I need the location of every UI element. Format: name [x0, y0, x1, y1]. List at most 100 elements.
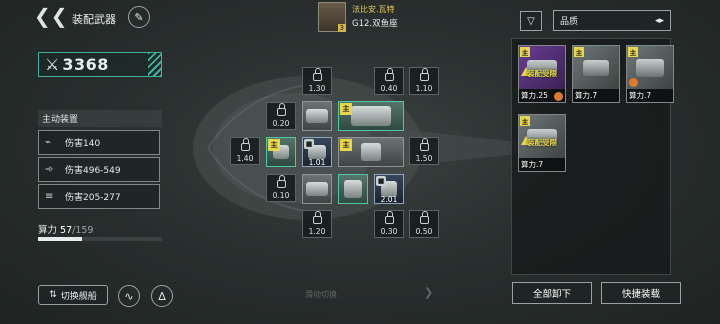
locked-slot[interactable]: 0.10	[266, 174, 296, 202]
power-value: 3368	[62, 55, 109, 74]
slot-value: 1.30	[308, 84, 326, 93]
slot-value: 1.10	[415, 84, 433, 93]
sort-toggle-icon: ◂▸	[654, 15, 664, 26]
lock-icon	[276, 103, 286, 116]
pilot-name: 法比安.瓦特	[352, 5, 395, 14]
slot-value: 0.30	[380, 227, 398, 236]
lock-badge-icon: ■	[304, 139, 314, 149]
slot-value: 1.40	[236, 154, 254, 163]
inventory-card[interactable]: 主 装配受限 算力.7	[518, 114, 566, 172]
edit-icon[interactable]: ✎	[128, 6, 150, 28]
inventory-card[interactable]: 主 算力.7	[626, 45, 674, 103]
sort-label: 品质	[560, 17, 579, 27]
power-display: ⚔ 3368	[38, 52, 162, 77]
locked-slot[interactable]: 0.20	[266, 102, 296, 130]
filter-icon: ▽	[527, 15, 535, 27]
chevron-right-icon[interactable]: ❯	[424, 286, 433, 299]
inventory-card[interactable]: 主 装配受限 算力.25	[518, 45, 566, 103]
page-title: 装配武器	[72, 13, 116, 26]
lock-badge-icon: ■	[376, 176, 386, 186]
unequip-all-button[interactable]: 全部卸下	[512, 282, 592, 304]
equipment-slot[interactable]	[302, 101, 332, 131]
equipment-slot[interactable]: 主	[338, 101, 404, 131]
fleet-icon[interactable]: ∆	[151, 285, 173, 307]
weapon-damage: 伤害496-549	[65, 166, 121, 176]
weapon-icon	[636, 58, 664, 77]
locked-slot[interactable]: 1.30	[302, 67, 332, 95]
equipment-slot[interactable]	[302, 174, 332, 204]
switch-icon: ⇅	[49, 290, 57, 300]
lock-icon	[276, 175, 286, 188]
fire-element-icon	[554, 92, 563, 101]
heavy-cannon-icon	[351, 106, 391, 126]
card-power: 算力.25	[521, 91, 548, 100]
locked-slot[interactable]: 0.50	[409, 210, 439, 238]
lock-icon	[419, 68, 429, 81]
equipment-slot[interactable]: 主	[266, 137, 296, 167]
lock-icon	[312, 211, 322, 224]
main-tag: 主	[574, 47, 584, 57]
weapon-damage: 伤害205-277	[65, 193, 121, 203]
locked-slot[interactable]: 0.30	[374, 210, 404, 238]
switch-ship-label: 切换舰船	[60, 291, 97, 302]
main-tag: 主	[520, 116, 530, 126]
weapon-row[interactable]: ⌁ 伤害140	[38, 130, 160, 155]
card-power: 算力.7	[629, 91, 652, 100]
sort-dropdown[interactable]: 品质 ◂▸	[553, 10, 671, 31]
multi-missile-icon: ≡	[45, 190, 54, 202]
weapon-row[interactable]: ➾ 伤害496-549	[38, 157, 160, 182]
locked-slot[interactable]: 1.10	[409, 67, 439, 95]
slot-value: 1.20	[308, 227, 326, 236]
lock-icon	[384, 68, 394, 81]
equipment-slot[interactable]: ■ 1.01	[302, 137, 332, 167]
equipment-slot[interactable]: 主	[338, 137, 404, 167]
restricted-warning: 装配受限	[527, 138, 557, 147]
main-tag: 主	[628, 47, 638, 57]
main-tag: 主	[340, 139, 352, 151]
active-device-title: 主动装置	[38, 110, 162, 127]
capacity-max: 159	[75, 225, 94, 236]
equipment-slot[interactable]	[338, 174, 368, 204]
inventory-card[interactable]: 主 算力.7	[572, 45, 620, 103]
slot-value: 0.10	[272, 191, 290, 200]
wave-icon[interactable]: ∿	[118, 285, 140, 307]
restricted-warning: 装配受限	[527, 69, 557, 78]
capacity-label: 算力 57/159	[38, 222, 93, 236]
lock-icon	[384, 211, 394, 224]
lock-icon	[419, 211, 429, 224]
locked-slot[interactable]: 1.40	[230, 137, 260, 165]
slot-value: 1.50	[415, 154, 433, 163]
switch-ship-button[interactable]: ⇅ 切换舰船	[38, 285, 108, 305]
lock-icon	[240, 138, 250, 151]
missile-icon: ➾	[45, 163, 54, 175]
locked-slot[interactable]: 1.50	[409, 137, 439, 165]
cannon-icon	[306, 109, 328, 123]
gun-icon: ⌁	[45, 136, 52, 148]
main-tag: 主	[268, 139, 280, 151]
capacity-fill	[38, 237, 83, 241]
filter-button[interactable]: ▽	[520, 11, 542, 31]
locked-slot[interactable]: 0.40	[374, 67, 404, 95]
main-tag: 主	[520, 47, 530, 57]
pilot-level: 3	[337, 24, 346, 32]
turret-icon	[361, 143, 381, 161]
locked-slot[interactable]: 1.20	[302, 210, 332, 238]
main-tag: 主	[340, 103, 352, 115]
capacity-bar	[38, 237, 162, 241]
pilot-ship: G12.双鱼座	[352, 19, 398, 29]
slot-value: 0.20	[272, 119, 290, 128]
card-power: 算力.7	[575, 91, 598, 100]
equipment-slot[interactable]: ■ 2.01	[374, 174, 404, 204]
lock-icon	[312, 68, 322, 81]
quick-equip-button[interactable]: 快捷装载	[601, 282, 681, 304]
cannon-icon	[306, 182, 328, 196]
weapon-damage: 伤害140	[65, 139, 101, 149]
slot-value: 2.01	[380, 195, 398, 204]
swipe-hint: 滑动切换	[305, 290, 337, 299]
turret-icon	[344, 180, 362, 198]
weapon-icon	[583, 59, 609, 76]
weapon-row[interactable]: ≡ 伤害205-277	[38, 184, 160, 209]
back-arrow-icon[interactable]: ❮❮	[34, 6, 68, 28]
pilot-avatar[interactable]: 3	[318, 2, 346, 32]
capacity-current: 57	[60, 225, 73, 236]
